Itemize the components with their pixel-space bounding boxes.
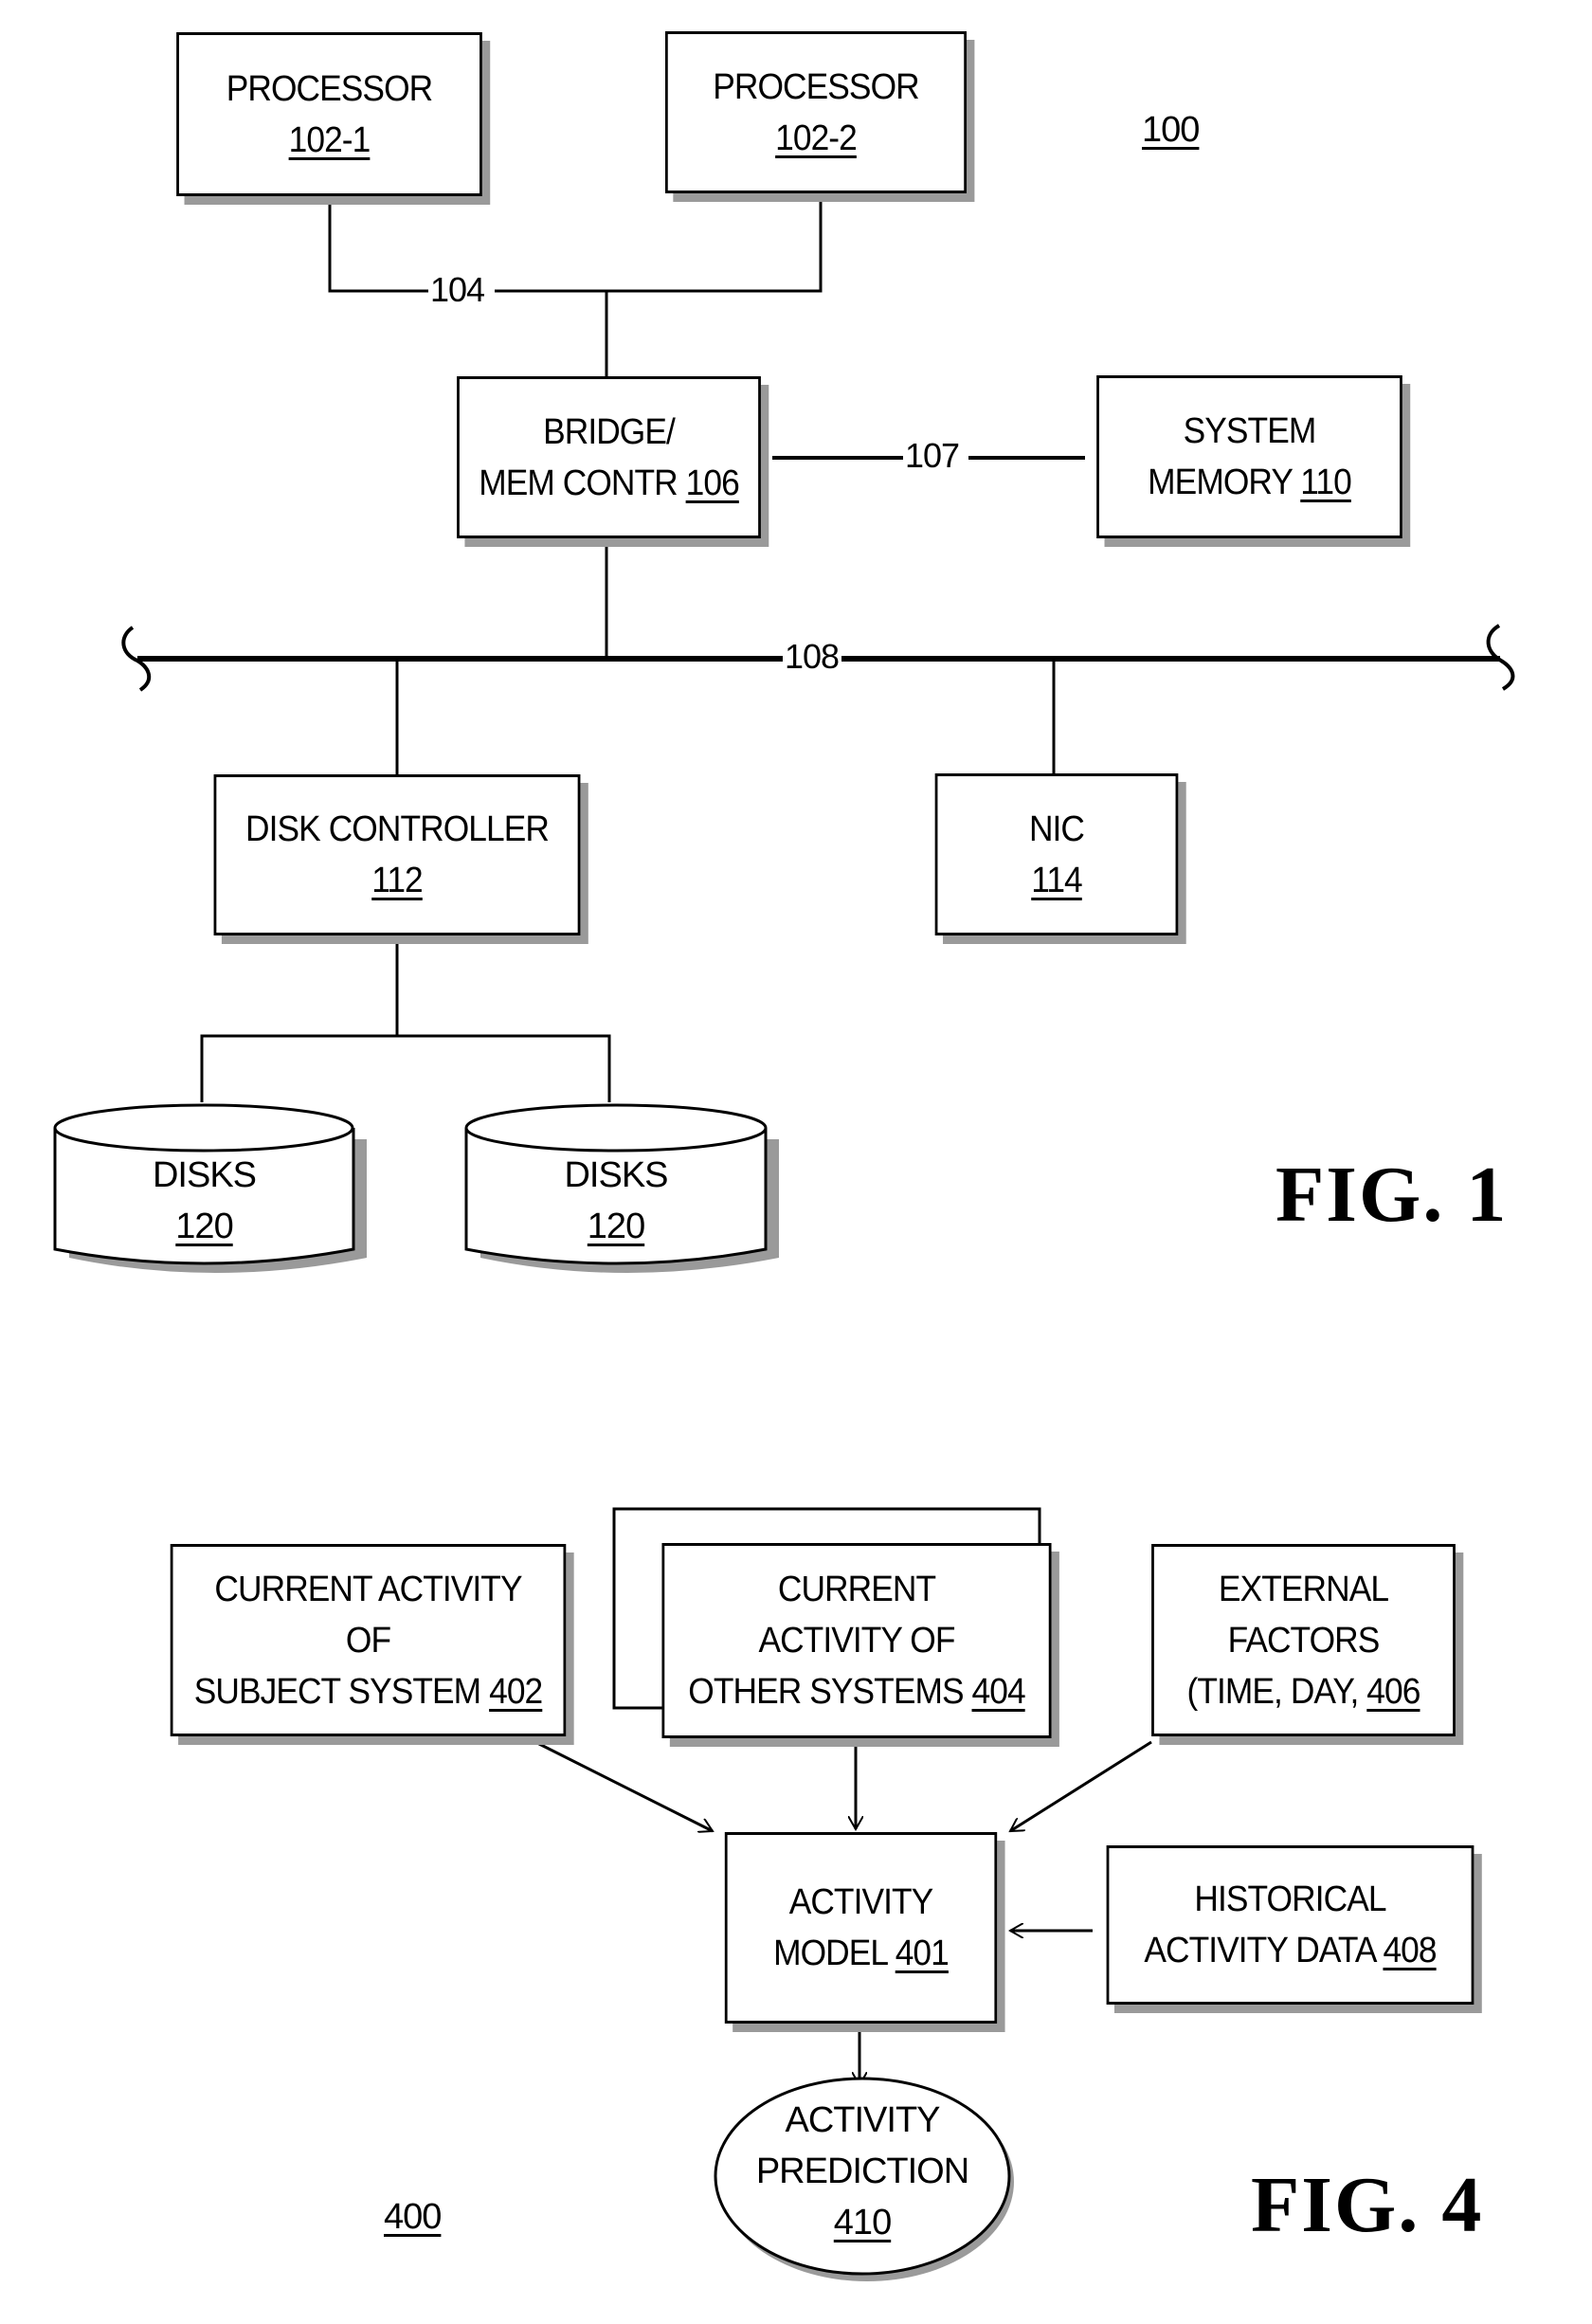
subject-activity-box: CURRENT ACTIVITY OF SUBJECT SYSTEM 402 <box>170 1544 567 1736</box>
activity-model-box: ACTIVITY MODEL 401 <box>724 1832 998 2024</box>
system-memory-line1: SYSTEM <box>1183 411 1317 451</box>
disk-controller-box: DISK CONTROLLER 112 <box>213 774 581 935</box>
activity-model-ref: 401 <box>895 1934 950 1973</box>
other-activity-box: CURRENT ACTIVITY OF OTHER SYSTEMS 404 <box>661 1543 1052 1738</box>
fig4-system-ref: 400 <box>384 2197 442 2237</box>
external-factors-line2: FACTORS <box>1227 1620 1381 1661</box>
bus-108-label: 108 <box>783 637 841 677</box>
prediction-text: ACTIVITY PREDICTION 410 <box>715 2095 1009 2248</box>
disks-2: DISKS 120 <box>466 1150 766 1252</box>
disks-1-title: DISKS <box>152 1155 257 1195</box>
historical-data-line1: HISTORICAL <box>1194 1879 1386 1919</box>
activity-model-line1: ACTIVITY <box>788 1882 934 1922</box>
subject-activity-line2: OF <box>345 1620 391 1661</box>
bus-104-label: 104 <box>428 270 487 310</box>
bridge-line1: BRIDGE/ <box>543 411 676 452</box>
disks-1: DISKS 120 <box>55 1150 353 1252</box>
subject-activity-ref: 402 <box>489 1671 543 1712</box>
processor-1-ref: 102-1 <box>288 119 371 160</box>
processor-2-title: PROCESSOR <box>713 66 919 107</box>
disks-2-ref: 120 <box>587 1207 645 1246</box>
prediction-line1: ACTIVITY <box>785 2100 940 2140</box>
link-107-label: 107 <box>903 436 962 476</box>
bridge-line2-wrap: MEM CONTR 106 <box>479 458 740 509</box>
bridge-box: BRIDGE/ MEM CONTR 106 <box>457 376 761 538</box>
subject-activity-line3-wrap: SUBJECT SYSTEM 402 <box>193 1666 544 1717</box>
nic-box: NIC 114 <box>934 773 1179 935</box>
external-factors-line1: EXTERNAL <box>1218 1569 1389 1609</box>
fig1-label: FIG. 1 <box>1275 1151 1509 1239</box>
nic-title: NIC <box>1028 808 1085 849</box>
system-memory-line2: MEMORY <box>1148 463 1293 502</box>
system-memory-box: SYSTEM MEMORY 110 <box>1096 375 1402 538</box>
external-factors-box: EXTERNAL FACTORS (TIME, DAY, 406 <box>1151 1544 1456 1736</box>
prediction-line2: PREDICTION <box>755 2152 969 2191</box>
external-factors-ref: 406 <box>1366 1671 1420 1712</box>
external-factors-line3: (TIME, DAY, <box>1186 1671 1360 1712</box>
disks-1-ref: 120 <box>175 1207 233 1246</box>
bridge-ref: 106 <box>685 463 740 503</box>
external-factors-line3-wrap: (TIME, DAY, 406 <box>1186 1666 1421 1717</box>
bridge-line2: MEM CONTR <box>479 463 678 503</box>
historical-data-line2: ACTIVITY DATA <box>1144 1931 1375 1970</box>
nic-ref: 114 <box>1031 860 1082 900</box>
processor-1-title: PROCESSOR <box>226 68 433 109</box>
disk-controller-ref: 112 <box>371 861 423 900</box>
activity-model-line2: MODEL <box>773 1934 888 1973</box>
fig1-system-ref: 100 <box>1142 110 1200 150</box>
processor-2-ref: 102-2 <box>775 118 858 158</box>
other-activity-line2: ACTIVITY OF <box>758 1621 955 1661</box>
other-activity-line3-wrap: OTHER SYSTEMS 404 <box>688 1666 1026 1717</box>
system-memory-ref: 110 <box>1300 463 1351 502</box>
prediction-ref: 410 <box>833 2203 892 2242</box>
processor-2-box: PROCESSOR 102-2 <box>664 31 968 193</box>
system-memory-line2-wrap: MEMORY 110 <box>1148 457 1352 508</box>
historical-data-ref: 408 <box>1383 1931 1437 1970</box>
disk-controller-title: DISK CONTROLLER <box>245 809 550 849</box>
subject-activity-line3: SUBJECT SYSTEM <box>193 1671 481 1712</box>
disk-links <box>200 935 611 1102</box>
other-activity-ref: 404 <box>971 1672 1026 1712</box>
other-activity-line3: OTHER SYSTEMS <box>688 1672 964 1712</box>
disks-2-title: DISKS <box>564 1155 668 1195</box>
fig4-label: FIG. 4 <box>1251 2161 1484 2249</box>
historical-data-line2-wrap: ACTIVITY DATA 408 <box>1144 1925 1437 1976</box>
activity-model-line2-wrap: MODEL 401 <box>773 1928 950 1979</box>
other-activity-line1: CURRENT <box>777 1570 936 1609</box>
historical-data-box: HISTORICAL ACTIVITY DATA 408 <box>1106 1845 1474 2005</box>
subject-activity-line1: CURRENT ACTIVITY <box>214 1569 522 1609</box>
processor-1-box: PROCESSOR 102-1 <box>176 32 482 196</box>
bus-104 <box>328 193 823 376</box>
